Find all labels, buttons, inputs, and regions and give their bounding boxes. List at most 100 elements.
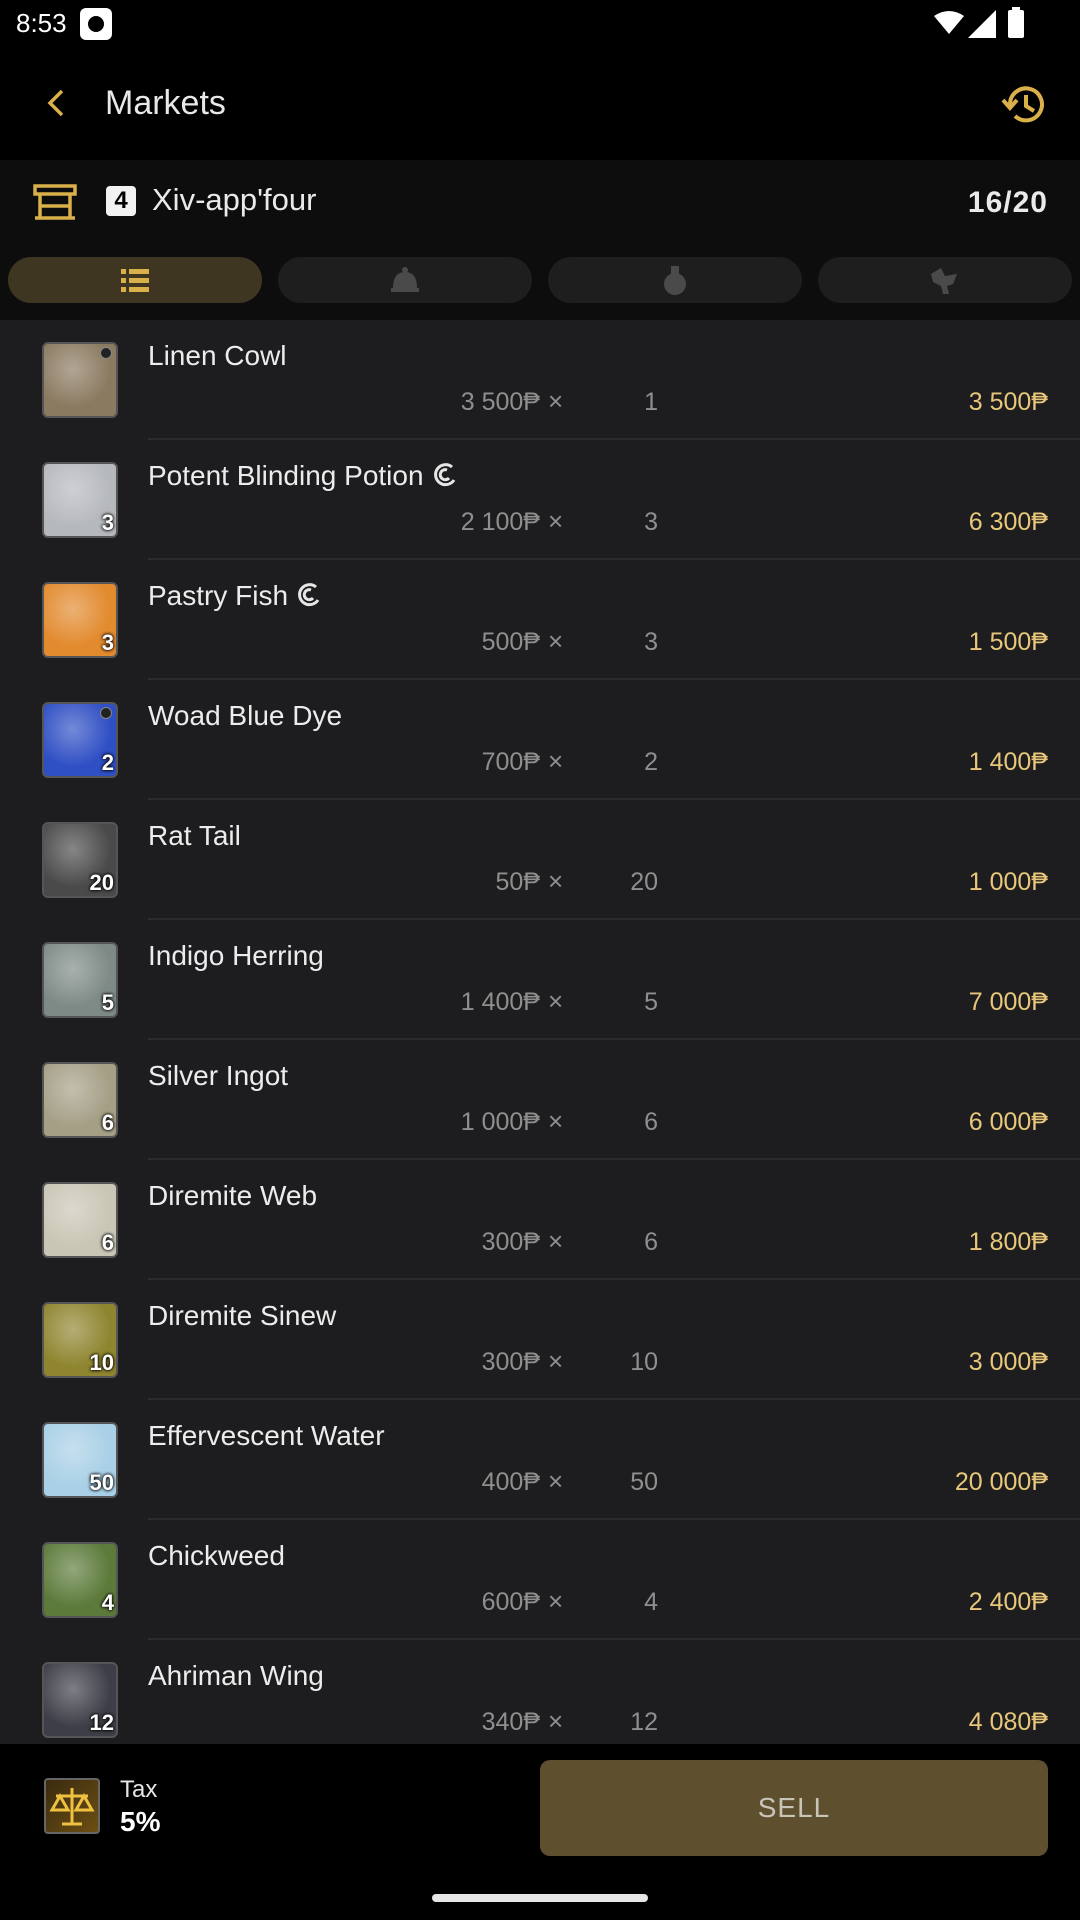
item-name: Diremite Web <box>148 1180 317 1212</box>
item-name-text: Diremite Web <box>148 1180 318 1211</box>
market-stall-icon <box>33 184 77 220</box>
list-item[interactable]: 50 Effervescent Water 400₱ × 50 20 000₱ <box>0 1400 1080 1520</box>
unit-price: 600₱ <box>481 1588 540 1616</box>
unit-price: 1 000₱ <box>460 1108 540 1136</box>
scales-icon <box>44 1778 100 1834</box>
list-item[interactable]: 6 Silver Ingot 1 000₱ × 6 6 000₱ <box>0 1040 1080 1160</box>
item-name: Woad Blue Dye <box>148 700 342 732</box>
multiply-icon: × <box>548 1586 564 1616</box>
item-name-text: Silver Ingot <box>148 1060 289 1091</box>
list-item[interactable]: 2 Woad Blue Dye 700₱ × 2 1 400₱ <box>0 680 1080 800</box>
retainer-name: Xiv-app'four <box>152 182 317 217</box>
list-item[interactable]: 5 Indigo Herring 1 400₱ × 5 7 000₱ <box>0 920 1080 1040</box>
sell-button[interactable]: SELL <box>540 1760 1048 1856</box>
unit-price: 340₱ <box>481 1708 540 1736</box>
list-item[interactable]: 3 Potent Blinding Potion 2 100₱ × 3 6 300₱ <box>0 440 1080 560</box>
multiply-icon: × <box>548 1106 564 1136</box>
item-name: Rat Tail <box>148 820 241 852</box>
status-bar: 8:53 <box>0 0 1080 50</box>
history-button[interactable] <box>1000 80 1050 130</box>
item-count: 12 <box>630 1708 658 1736</box>
notification-icon <box>80 8 112 40</box>
list-item[interactable]: 6 Diremite Web 300₱ × 6 1 800₱ <box>0 1160 1080 1280</box>
page-title: Markets <box>105 84 226 122</box>
tax-value: 5% <box>120 1806 161 1837</box>
total-price: 7 000₱ <box>968 988 1048 1016</box>
total-price: 6 300₱ <box>968 508 1048 536</box>
item-name-text: Pastry Fish <box>148 580 289 611</box>
total-price: 1 800₱ <box>968 1228 1048 1256</box>
list-item[interactable]: 20 Rat Tail 50₱ × 20 1 000₱ <box>0 800 1080 920</box>
item-name: Pastry Fish <box>148 580 322 612</box>
total-price: 4 080₱ <box>968 1708 1048 1736</box>
list-item[interactable]: 4 Chickweed 600₱ × 4 2 400₱ <box>0 1520 1080 1640</box>
home-indicator[interactable] <box>432 1894 648 1902</box>
item-count: 4 <box>644 1588 658 1616</box>
item-quantity: 20 <box>89 870 114 895</box>
total-price: 6 000₱ <box>968 1108 1048 1136</box>
unit-price: 300₱ <box>481 1348 540 1376</box>
history-icon <box>1001 86 1044 123</box>
item-icon: 20 <box>42 822 118 898</box>
item-count: 10 <box>630 1348 658 1376</box>
hq-dot-icon <box>100 347 112 359</box>
listing-count: 16/20 <box>967 186 1048 219</box>
item-name: Indigo Herring <box>148 940 324 972</box>
list-item[interactable]: 10 Diremite Sinew 300₱ × 10 3 000₱ <box>0 1280 1080 1400</box>
item-icon: 6 <box>42 1182 118 1258</box>
unit-price: 3 500₱ <box>460 388 540 416</box>
total-price: 1 400₱ <box>968 748 1048 776</box>
item-icon: 2 <box>42 702 118 778</box>
item-count: 20 <box>630 868 658 896</box>
bell-icon <box>391 267 419 292</box>
item-name: Ahriman Wing <box>148 1660 324 1692</box>
tab-mounts[interactable] <box>818 257 1072 303</box>
filter-tabs <box>0 240 1080 320</box>
item-count: 6 <box>644 1108 658 1136</box>
item-quantity: 6 <box>101 1230 114 1255</box>
chocobo-icon <box>931 268 957 294</box>
tab-meals[interactable] <box>278 257 532 303</box>
item-count: 1 <box>644 388 658 416</box>
tax-label: Tax <box>120 1776 158 1803</box>
item-name: Diremite Sinew <box>148 1300 336 1332</box>
wifi-icon <box>934 11 964 34</box>
item-name-text: Rat Tail <box>148 820 241 851</box>
tab-all-items[interactable] <box>8 257 262 303</box>
multiply-icon: × <box>548 1346 564 1376</box>
total-price: 3 000₱ <box>968 1348 1048 1376</box>
item-name-text: Diremite Sinew <box>148 1300 337 1331</box>
item-icon: 3 <box>42 462 118 538</box>
list-item[interactable]: Linen Cowl 3 500₱ × 1 3 500₱ <box>0 320 1080 440</box>
unit-price: 2 100₱ <box>460 508 540 536</box>
back-button[interactable] <box>36 78 76 128</box>
item-icon: 12 <box>42 1662 118 1738</box>
multiply-icon: × <box>548 1466 564 1496</box>
item-quantity: 4 <box>101 1590 114 1615</box>
bottom-bar: Tax 5% SELL <box>0 1744 1080 1920</box>
multiply-icon: × <box>548 626 564 656</box>
unit-price: 300₱ <box>481 1228 540 1256</box>
item-name-text: Linen Cowl <box>148 340 287 371</box>
unit-price: 700₱ <box>481 748 540 776</box>
item-name: Effervescent Water <box>148 1420 385 1452</box>
item-quantity: 5 <box>101 990 114 1015</box>
multiply-icon: × <box>548 866 564 896</box>
tab-potions[interactable] <box>548 257 802 303</box>
item-name-text: Chickweed <box>148 1540 285 1571</box>
item-name-text: Ahriman Wing <box>148 1660 324 1691</box>
multiply-icon: × <box>548 1706 564 1736</box>
item-quantity: 6 <box>101 1110 114 1135</box>
status-time: 8:53 <box>16 8 67 38</box>
item-count: 6 <box>644 1228 658 1256</box>
total-price: 2 400₱ <box>968 1588 1048 1616</box>
app-bar: Markets <box>0 50 1080 160</box>
item-list[interactable]: Linen Cowl 3 500₱ × 1 3 500₱ 3 Potent Blinding… <box>0 320 1080 1744</box>
hq-icon <box>298 583 320 607</box>
item-icon: 5 <box>42 942 118 1018</box>
chevron-left-icon <box>47 89 64 117</box>
list-item[interactable]: 3 Pastry Fish 500₱ × 3 1 500₱ <box>0 560 1080 680</box>
list-item[interactable]: 12 Ahriman Wing 340₱ × 12 4 080₱ <box>0 1640 1080 1744</box>
item-icon: 50 <box>42 1422 118 1498</box>
item-quantity: 50 <box>89 1470 114 1495</box>
